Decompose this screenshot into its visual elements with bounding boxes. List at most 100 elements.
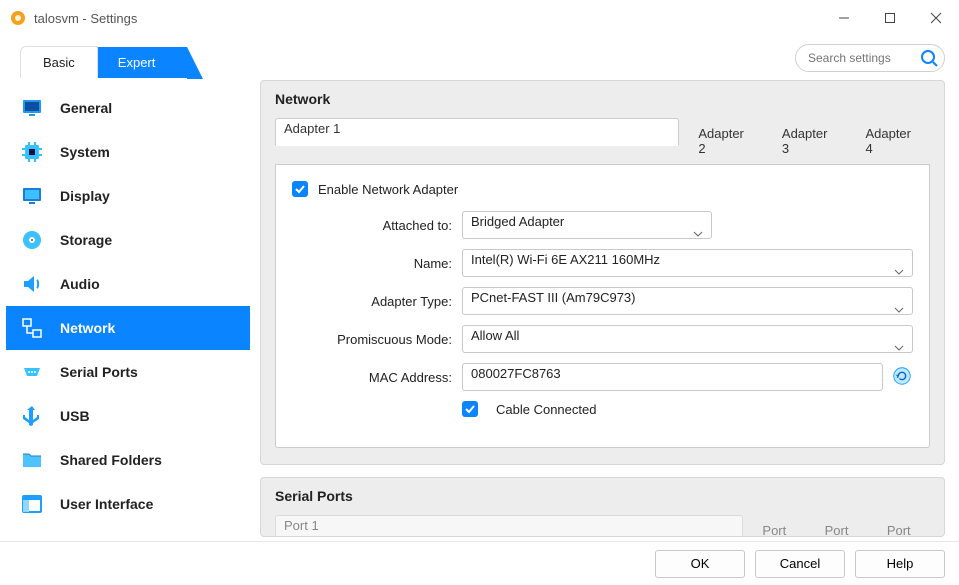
minimize-button[interactable] — [821, 0, 867, 36]
tab-adapter-2[interactable]: Adapter 2 — [679, 117, 763, 164]
mac-refresh-button[interactable] — [891, 365, 913, 389]
select-value: Bridged Adapter — [471, 214, 564, 229]
sidebar: General System Display Storage Audio Net… — [0, 80, 250, 541]
usb-icon — [20, 404, 44, 428]
panel-title: Network — [275, 91, 930, 107]
port-tabs: Port 1 Port 2 Port 3 Port 4 — [275, 514, 930, 537]
search-wrap — [795, 44, 945, 72]
tab-label: Adapter 1 — [284, 121, 340, 136]
window-controls — [821, 0, 959, 36]
top-row: Basic Expert — [0, 36, 959, 80]
panel-title: Serial Ports — [275, 488, 930, 504]
layout-icon — [20, 492, 44, 516]
mode-tab-label: Expert — [118, 55, 156, 70]
app-icon — [10, 10, 26, 26]
tab-port-1[interactable]: Port 1 — [275, 515, 743, 537]
select-value: Allow All — [471, 328, 519, 343]
serial-panel: Serial Ports Port 1 Port 2 Port 3 Port 4 — [260, 477, 945, 537]
help-button[interactable]: Help — [855, 550, 945, 578]
sidebar-item-ui[interactable]: User Interface — [6, 482, 250, 526]
sidebar-item-label: System — [60, 144, 110, 160]
sidebar-item-network[interactable]: Network — [6, 306, 250, 350]
enable-adapter-checkbox[interactable] — [292, 181, 308, 197]
sidebar-item-display[interactable]: Display — [6, 174, 250, 218]
select-value: PCnet-FAST III (Am79C973) — [471, 290, 636, 305]
tab-port-3[interactable]: Port 3 — [806, 514, 868, 537]
cable-connected-checkbox[interactable] — [462, 401, 478, 417]
window-title: talosvm - Settings — [34, 11, 137, 26]
mac-input[interactable]: 080027FC8763 — [462, 363, 883, 391]
chip-icon — [20, 140, 44, 164]
sidebar-item-label: Storage — [60, 232, 112, 248]
mode-tabs: Basic Expert — [20, 38, 187, 78]
monitor-icon — [20, 96, 44, 120]
tab-label: Adapter 3 — [782, 126, 828, 156]
tab-label: Adapter 4 — [865, 126, 911, 156]
title-bar: talosvm - Settings — [0, 0, 959, 36]
disk-icon — [20, 228, 44, 252]
sidebar-item-label: General — [60, 100, 112, 116]
input-value: 080027FC8763 — [471, 366, 561, 381]
mode-tab-label: Basic — [43, 55, 75, 70]
promiscuous-label: Promiscuous Mode: — [292, 332, 462, 347]
sidebar-item-storage[interactable]: Storage — [6, 218, 250, 262]
tab-label: Port 3 — [825, 523, 849, 537]
chevron-down-icon — [894, 301, 904, 316]
promiscuous-select[interactable]: Allow All — [462, 325, 913, 353]
select-value: Intel(R) Wi-Fi 6E AX211 160MHz — [471, 252, 660, 267]
sidebar-item-serial[interactable]: Serial Ports — [6, 350, 250, 394]
sidebar-item-system[interactable]: System — [6, 130, 250, 174]
tab-port-4[interactable]: Port 4 — [868, 514, 930, 537]
sidebar-item-label: Serial Ports — [60, 364, 138, 380]
sidebar-item-label: Audio — [60, 276, 100, 292]
chevron-down-icon — [894, 339, 904, 354]
tab-adapter-3[interactable]: Adapter 3 — [763, 117, 847, 164]
content-area: Network Adapter 1 Adapter 2 Adapter 3 Ad… — [250, 80, 949, 541]
enable-adapter-label: Enable Network Adapter — [318, 182, 458, 197]
name-label: Name: — [292, 256, 462, 271]
cable-connected-label: Cable Connected — [496, 402, 596, 417]
sidebar-item-general[interactable]: General — [6, 86, 250, 130]
network-icon — [20, 316, 44, 340]
attached-to-select[interactable]: Bridged Adapter — [462, 211, 712, 239]
sidebar-item-usb[interactable]: USB — [6, 394, 250, 438]
main-area: General System Display Storage Audio Net… — [0, 80, 959, 541]
name-select[interactable]: Intel(R) Wi-Fi 6E AX211 160MHz — [462, 249, 913, 277]
cancel-button[interactable]: Cancel — [755, 550, 845, 578]
maximize-button[interactable] — [867, 0, 913, 36]
adapter-type-select[interactable]: PCnet-FAST III (Am79C973) — [462, 287, 913, 315]
mac-label: MAC Address: — [292, 370, 462, 385]
tab-label: Adapter 2 — [698, 126, 744, 156]
sidebar-item-label: User Interface — [60, 496, 153, 512]
serial-icon — [20, 360, 44, 384]
tab-label: Port 1 — [284, 518, 319, 533]
attached-to-label: Attached to: — [292, 218, 462, 233]
display-icon — [20, 184, 44, 208]
enable-adapter-row: Enable Network Adapter — [292, 181, 913, 197]
sidebar-item-label: Display — [60, 188, 110, 204]
ok-button[interactable]: OK — [655, 550, 745, 578]
tab-adapter-1[interactable]: Adapter 1 — [275, 118, 679, 146]
adapter-tabs: Adapter 1 Adapter 2 Adapter 3 Adapter 4 — [275, 117, 930, 165]
adapter-body: Enable Network Adapter Attached to: Brid… — [275, 165, 930, 448]
tab-port-2[interactable]: Port 2 — [743, 514, 805, 537]
sidebar-item-shared[interactable]: Shared Folders — [6, 438, 250, 482]
tab-adapter-4[interactable]: Adapter 4 — [846, 117, 930, 164]
adapter-type-label: Adapter Type: — [292, 294, 462, 309]
close-button[interactable] — [913, 0, 959, 36]
tab-label: Port 2 — [762, 523, 786, 537]
search-icon[interactable] — [919, 48, 939, 68]
network-panel: Network Adapter 1 Adapter 2 Adapter 3 Ad… — [260, 80, 945, 465]
tab-label: Port 4 — [887, 523, 911, 537]
chevron-down-icon — [693, 225, 703, 240]
sidebar-item-label: Network — [60, 320, 115, 336]
mode-tab-expert[interactable]: Expert — [98, 47, 188, 78]
folder-icon — [20, 448, 44, 472]
chevron-down-icon — [894, 263, 904, 278]
sidebar-item-label: Shared Folders — [60, 452, 162, 468]
sidebar-item-audio[interactable]: Audio — [6, 262, 250, 306]
mode-tab-basic[interactable]: Basic — [20, 46, 98, 78]
speaker-icon — [20, 272, 44, 296]
sidebar-item-label: USB — [60, 408, 90, 424]
dialog-footer: OK Cancel Help — [0, 541, 959, 585]
